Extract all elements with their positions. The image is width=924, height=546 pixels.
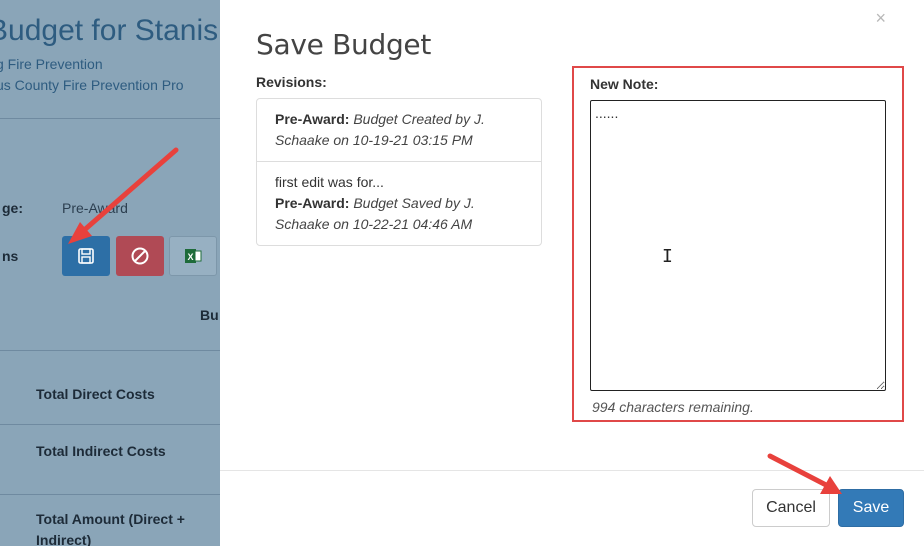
modal-footer-divider [220,470,924,471]
export-excel-button[interactable]: X [169,236,217,276]
list-item: first edit was for... Pre-Award: Budget … [257,161,541,245]
modal-title: Save Budget [256,28,432,61]
list-item: Pre-Award: Budget Created by J. Schaake … [257,99,541,161]
divider [0,424,220,425]
save-budget-button[interactable] [62,236,110,276]
row-total-amount: Total Amount (Direct + Indirect) [36,511,185,546]
save-budget-modal: × Save Budget Revisions: Pre-Award: Budg… [220,0,924,546]
excel-icon: X [185,249,202,263]
row-total-direct: Total Direct Costs [36,386,155,402]
new-note-label: New Note: [590,76,659,92]
close-icon[interactable]: × [875,8,886,29]
stage-value: Pre-Award [62,200,128,216]
characters-remaining: 994 characters remaining. [592,399,754,415]
divider [0,350,220,351]
cancel-budget-button[interactable] [116,236,164,276]
revisions-list: Pre-Award: Budget Created by J. Schaake … [256,98,542,246]
text-cursor-icon: I [662,246,673,267]
page-title: Budget for Stanisl [0,14,220,47]
column-header: Bu [200,307,219,323]
background-page: Budget for Stanisl g Fire Prevention us … [0,0,220,546]
actions-label: ns [2,248,19,264]
revision-stage: Pre-Award: [275,111,350,127]
row-total-indirect: Total Indirect Costs [36,443,166,459]
revision-stage: Pre-Award: [275,195,350,211]
divider [0,494,220,495]
revision-note: first edit was for... [275,174,384,190]
page-subtitle-project: us County Fire Prevention Pro [0,77,184,93]
revisions-label: Revisions: [256,74,327,90]
ban-icon [131,247,149,265]
stage-label: ge: [2,200,23,216]
svg-text:X: X [187,252,193,262]
save-button[interactable]: Save [838,489,904,527]
cancel-button[interactable]: Cancel [752,489,830,527]
new-note-textarea[interactable]: ...... [590,100,886,391]
page-subtitle-program: g Fire Prevention [0,56,103,72]
new-note-highlight: New Note: ...... 994 characters remainin… [572,66,904,422]
divider [0,118,220,119]
floppy-disk-icon [78,248,94,264]
